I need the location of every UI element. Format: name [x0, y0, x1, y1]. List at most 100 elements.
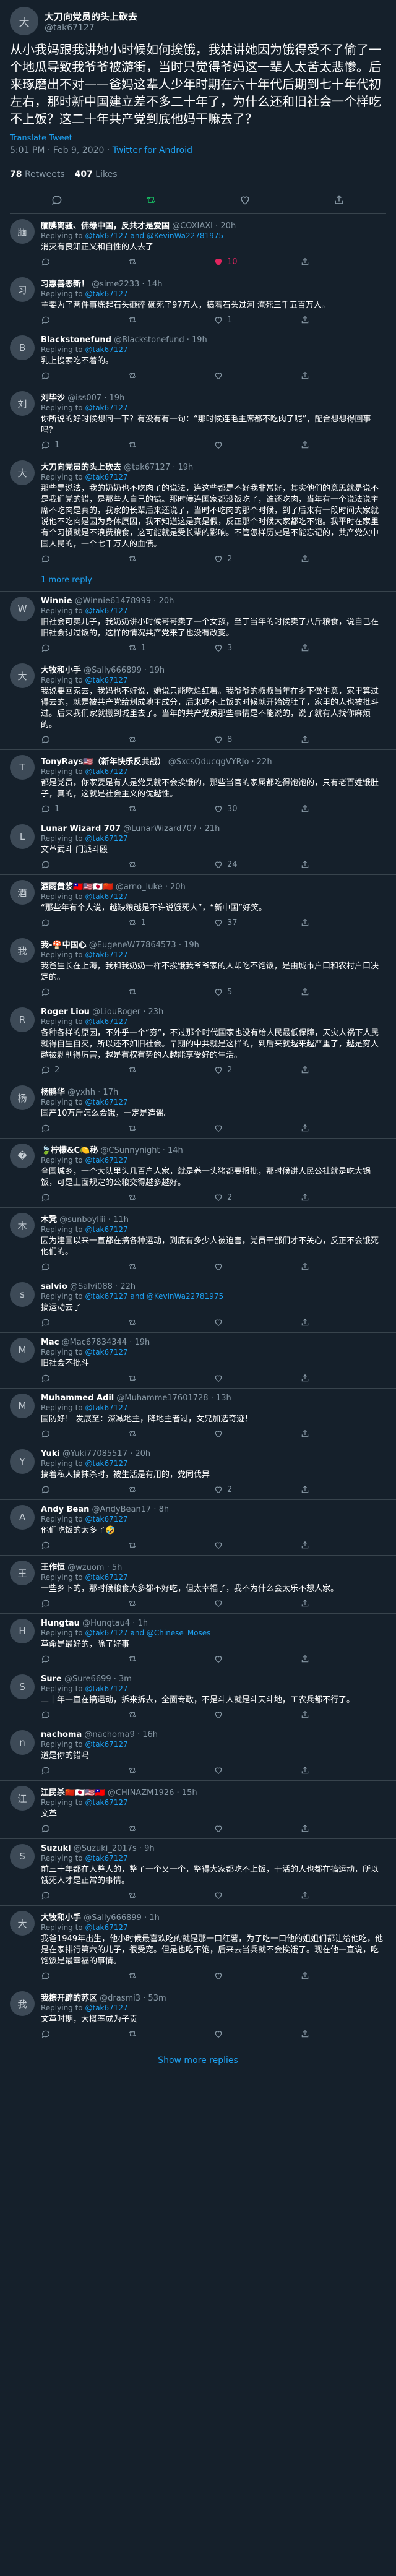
share-button[interactable]: [300, 1654, 387, 1664]
like-button[interactable]: [213, 1890, 300, 1900]
like-button[interactable]: [213, 1654, 300, 1664]
retweet-button[interactable]: [127, 1262, 214, 1272]
reply-tweet[interactable]: � 🍃柠檬&C🍋秘 @CSunnynight · 14h Replying to…: [0, 1139, 396, 1208]
avatar[interactable]: 我: [10, 938, 35, 963]
reply-button[interactable]: [41, 643, 127, 653]
retweet-button[interactable]: [127, 554, 214, 564]
reply-author-name[interactable]: 王作恒: [41, 1563, 65, 1572]
reply-tweet[interactable]: 大 大牧和小手 @Sally666899 · 19h Replying to @…: [0, 658, 396, 750]
reply-tweet[interactable]: 酒 酒雨黄浆🇹🇼🇺🇸🇯🇵🇨🇳 @arno_luke · 20h Replying…: [0, 875, 396, 933]
reply-author-name[interactable]: Yuki: [41, 1449, 60, 1458]
share-button[interactable]: [300, 1065, 387, 1075]
reply-tweet[interactable]: L Lunar Wizard 707 @LunarWizard707 · 21h…: [0, 819, 396, 875]
reply-tweet[interactable]: Y Yuki @Yuki77085517 · 20h Replying to @…: [0, 1444, 396, 1500]
retweet-button[interactable]: [127, 1765, 214, 1775]
share-button[interactable]: [300, 918, 387, 928]
reply-button[interactable]: [41, 1598, 127, 1608]
reply-author-handle[interactable]: @Salvi088 · 22h: [70, 1282, 136, 1291]
avatar[interactable]: 大: [10, 663, 35, 688]
reply-author-handle[interactable]: @wzuom · 5h: [67, 1563, 122, 1572]
reply-button[interactable]: [41, 1890, 127, 1900]
reply-author-name[interactable]: 木凳: [41, 1215, 57, 1225]
retweet-button[interactable]: [127, 987, 214, 997]
more-replies-link[interactable]: 1 more reply: [0, 569, 396, 592]
like-button[interactable]: 2: [213, 1065, 300, 1075]
reply-author-handle[interactable]: @drasmi3 · 53m: [100, 1994, 166, 2003]
reply-author-name[interactable]: Andy Bean: [41, 1505, 89, 1514]
reply-author-name[interactable]: 大牧和小手: [41, 1913, 81, 1923]
share-button[interactable]: [300, 371, 387, 381]
reply-author-name[interactable]: salvio: [41, 1282, 67, 1291]
like-button[interactable]: [239, 194, 251, 206]
reply-button[interactable]: [41, 987, 127, 997]
replying-to-handles[interactable]: @tak67127: [85, 403, 127, 412]
reply-tweet[interactable]: T TonyRays🇺🇸（新年快乐反共战） @SxcsQducqgVYRJo ·…: [0, 750, 396, 819]
reply-tweet[interactable]: s salvio @Salvi088 · 22h Replying to @ta…: [0, 1277, 396, 1333]
share-button[interactable]: [300, 1824, 387, 1833]
like-button[interactable]: 30: [213, 804, 300, 814]
reply-author-name[interactable]: TonyRays🇺🇸（新年快乐反共战）: [41, 757, 166, 767]
reply-tweet[interactable]: S Suzuki @Suzuki_2017s · 9h Replying to …: [0, 1839, 396, 1906]
avatar[interactable]: 腼: [10, 219, 35, 244]
avatar[interactable]: 大: [10, 460, 35, 485]
reply-author-name[interactable]: 杨鹏华: [41, 1088, 65, 1097]
avatar[interactable]: n: [10, 1730, 35, 1755]
reply-author-handle[interactable]: @Hungtau4 · 1h: [82, 1619, 148, 1628]
reply-button[interactable]: [41, 371, 127, 381]
avatar[interactable]: 王: [10, 1561, 35, 1585]
replying-to-handles[interactable]: @tak67127: [85, 1854, 127, 1863]
share-button[interactable]: [300, 1890, 387, 1900]
like-button[interactable]: 2: [213, 1484, 300, 1494]
share-button[interactable]: [300, 1192, 387, 1202]
share-button[interactable]: [300, 1540, 387, 1550]
like-button[interactable]: 24: [213, 859, 300, 869]
reply-tweet[interactable]: 大 大刀向党员的头上砍去 @tak67127 · 19h Replying to…: [0, 455, 396, 569]
replying-to-handles[interactable]: @tak67127: [85, 676, 127, 684]
replying-to-handles[interactable]: @tak67127: [85, 1684, 127, 1693]
retweet-button[interactable]: [127, 315, 214, 325]
share-button[interactable]: [300, 859, 387, 869]
reply-button[interactable]: [41, 1484, 127, 1494]
reply-author-name[interactable]: Roger Liou: [41, 1007, 90, 1017]
reply-author-name[interactable]: Hungtau: [41, 1619, 80, 1628]
like-button[interactable]: [213, 1710, 300, 1720]
reply-tweet[interactable]: n nachoma @nachoma9 · 16h Replying to @t…: [0, 1725, 396, 1781]
replying-to-handles[interactable]: @tak67127: [85, 606, 127, 615]
main-author-row[interactable]: 大 大刀向党员的头上砍去 @tak67127: [10, 6, 386, 36]
retweet-button[interactable]: [127, 1710, 214, 1720]
author-display-name[interactable]: 大刀向党员的头上砍去: [45, 10, 137, 23]
reply-button[interactable]: [41, 554, 127, 564]
avatar[interactable]: Y: [10, 1449, 35, 1474]
reply-button[interactable]: [41, 1971, 127, 1981]
retweet-button[interactable]: [127, 1540, 214, 1550]
replying-to-handles[interactable]: @tak67127: [85, 892, 127, 901]
reply-author-name[interactable]: Suzuki: [41, 1844, 71, 1853]
reply-button[interactable]: [41, 859, 127, 869]
retweet-button[interactable]: [127, 440, 214, 450]
reply-button[interactable]: [41, 1192, 127, 1202]
like-button[interactable]: 3: [213, 643, 300, 653]
share-button[interactable]: [300, 1598, 387, 1608]
reply-button[interactable]: [41, 1123, 127, 1133]
replying-to-handles[interactable]: @tak67127: [85, 1573, 127, 1582]
share-button[interactable]: [300, 734, 387, 744]
replying-to-handles[interactable]: @tak67127: [85, 834, 127, 843]
share-button[interactable]: [300, 1484, 387, 1494]
avatar[interactable]: R: [10, 1007, 35, 1032]
retweet-button[interactable]: [127, 1123, 214, 1133]
reply-tweet[interactable]: 习 习惠善恶新！ @sime2233 · 14h Replying to @ta…: [0, 272, 396, 330]
share-button[interactable]: [300, 1317, 387, 1327]
reply-author-handle[interactable]: @tak67127 · 19h: [124, 463, 193, 472]
retweet-button[interactable]: 1: [127, 643, 214, 653]
show-more-replies[interactable]: Show more replies: [0, 2044, 396, 2077]
reply-author-name[interactable]: 习惠善恶新！: [41, 280, 89, 289]
reply-tweet[interactable]: A Andy Bean @AndyBean17 · 8h Replying to…: [0, 1500, 396, 1556]
share-button[interactable]: [300, 1123, 387, 1133]
reply-button[interactable]: [41, 734, 127, 744]
replying-to-handles[interactable]: @tak67127: [85, 1017, 127, 1026]
retweet-button[interactable]: [127, 1598, 214, 1608]
like-button[interactable]: 5: [213, 987, 300, 997]
reply-button[interactable]: [41, 1824, 127, 1833]
share-button[interactable]: [300, 1710, 387, 1720]
avatar[interactable]: 大: [10, 7, 38, 35]
